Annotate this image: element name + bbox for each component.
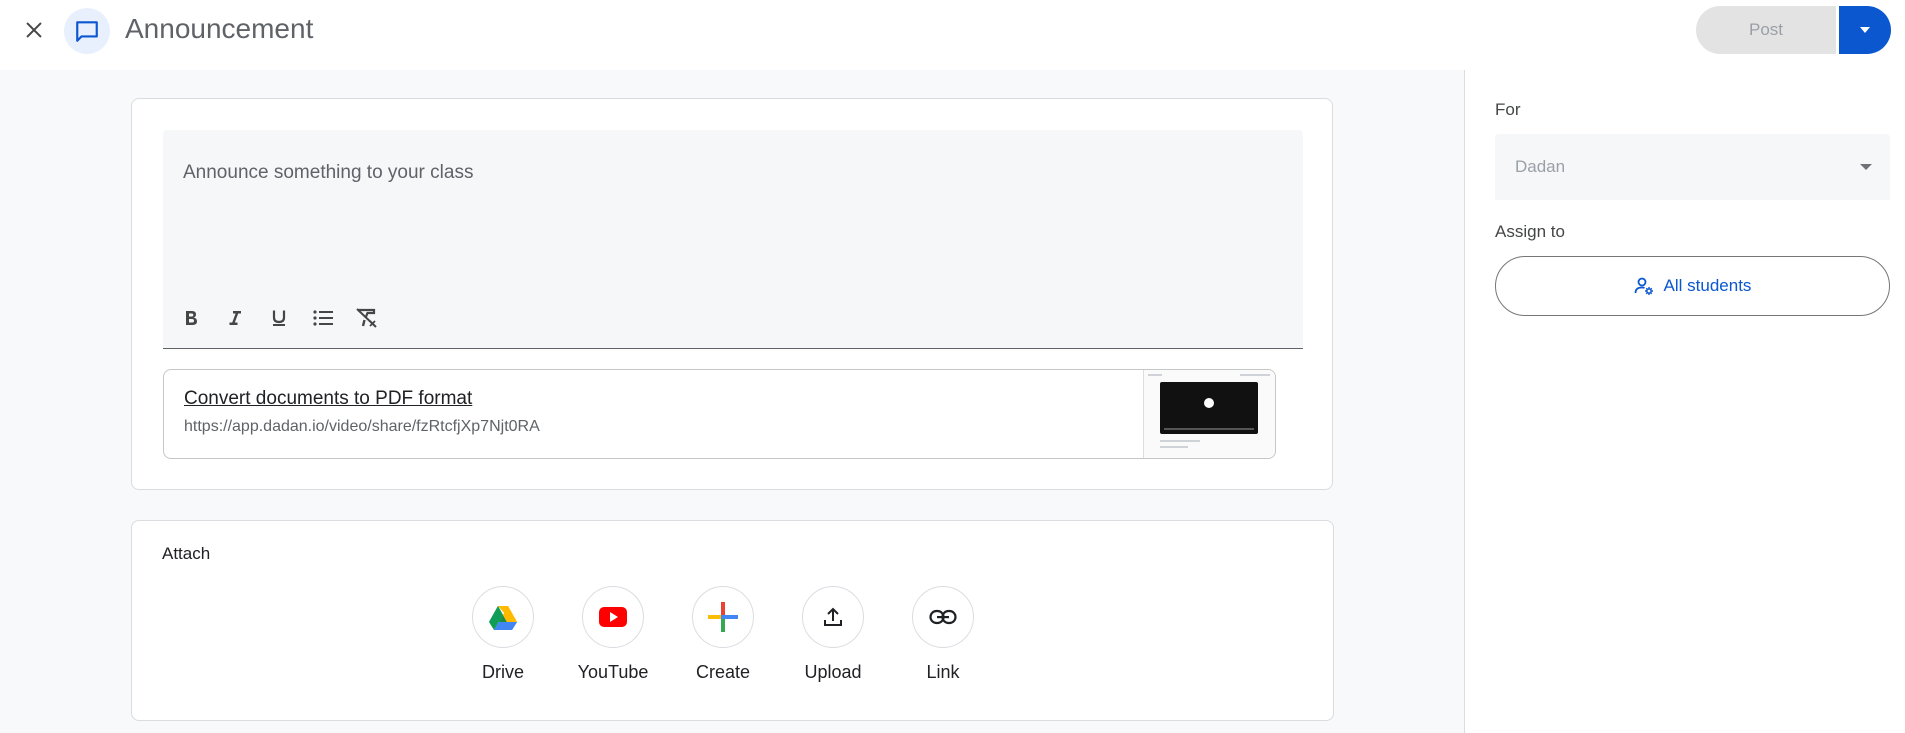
- youtube-icon: [599, 607, 627, 627]
- close-button[interactable]: [16, 12, 52, 48]
- italic-button[interactable]: [217, 300, 253, 336]
- post-button[interactable]: Post: [1696, 6, 1836, 54]
- video-preview: [1160, 382, 1258, 434]
- attach-title: Attach: [162, 544, 211, 563]
- attach-upload-circle[interactable]: [802, 586, 864, 648]
- attach-create-label: Create: [695, 662, 751, 682]
- play-icon: [1204, 398, 1214, 408]
- drive-icon: [489, 606, 517, 630]
- page-title: Announcement: [125, 13, 314, 44]
- link-attachment-card[interactable]: Convert documents to PDF format https://…: [163, 369, 1276, 459]
- attach-link-circle[interactable]: [912, 586, 974, 648]
- close-icon: [26, 22, 42, 38]
- post-button-group: Post: [1696, 6, 1891, 54]
- announcement-badge: [64, 8, 110, 54]
- attach-link-label: Link: [926, 662, 960, 682]
- clear-formatting-button[interactable]: [349, 300, 385, 336]
- bold-icon: [186, 311, 197, 325]
- attach-youtube-label: YouTube: [577, 662, 649, 682]
- assign-students-label: All students: [1663, 276, 1752, 295]
- link-thumbnail: [1143, 370, 1275, 458]
- settings-sidebar: For Dadan Assign to All students: [1464, 70, 1905, 733]
- class-select[interactable]: Dadan: [1495, 134, 1890, 200]
- underline-icon: [272, 310, 286, 326]
- attach-upload-label: Upload: [804, 662, 862, 682]
- for-label: For: [1495, 100, 1521, 119]
- attach-youtube-circle[interactable]: [582, 586, 644, 648]
- assign-to-label: Assign to: [1495, 222, 1565, 241]
- italic-icon: [229, 311, 241, 325]
- link-icon: [929, 609, 957, 625]
- upload-icon: [824, 607, 842, 626]
- attach-youtube-button[interactable]: YouTube: [578, 586, 648, 683]
- attach-drive-label: Drive: [481, 662, 524, 682]
- announcement-editor[interactable]: Announce something to your class: [163, 130, 1303, 349]
- post-options-button[interactable]: [1839, 6, 1891, 54]
- main-area: Announce something to your class Convert…: [0, 70, 1464, 733]
- chevron-down-icon: [1860, 164, 1872, 170]
- attach-create-circle[interactable]: [692, 586, 754, 648]
- manage-accounts-icon: [1634, 277, 1653, 295]
- assign-students-button[interactable]: All students: [1495, 256, 1890, 316]
- clear-formatting-icon: [356, 308, 377, 328]
- bulleted-list-button[interactable]: [305, 300, 341, 336]
- attach-create-button[interactable]: Create: [692, 586, 754, 683]
- attach-upload-button[interactable]: Upload: [802, 586, 864, 683]
- underline-button[interactable]: [261, 300, 297, 336]
- caret-down-icon: [1860, 27, 1870, 33]
- attach-options: Drive YouTube Create Upload Link: [472, 586, 974, 683]
- compose-card: Announce something to your class Convert…: [131, 98, 1333, 490]
- attach-link-button[interactable]: Link: [912, 586, 974, 683]
- link-title[interactable]: Convert documents to PDF format: [184, 388, 472, 410]
- format-toolbar: [173, 300, 385, 336]
- class-select-value: Dadan: [1515, 157, 1566, 176]
- bulleted-list-icon: [313, 310, 333, 326]
- top-bar: Announcement Post: [0, 0, 1905, 70]
- attach-drive-circle[interactable]: [472, 586, 534, 648]
- attach-card: Attach Drive YouTube Create Upload Link: [131, 520, 1334, 721]
- editor-placeholder: Announce something to your class: [183, 162, 474, 183]
- create-plus-icon: [708, 602, 738, 632]
- attach-drive-button[interactable]: Drive: [472, 586, 534, 683]
- link-url: https://app.dadan.io/video/share/fzRtcfj…: [184, 418, 540, 435]
- announcement-icon: [76, 21, 98, 42]
- bold-button[interactable]: [173, 300, 209, 336]
